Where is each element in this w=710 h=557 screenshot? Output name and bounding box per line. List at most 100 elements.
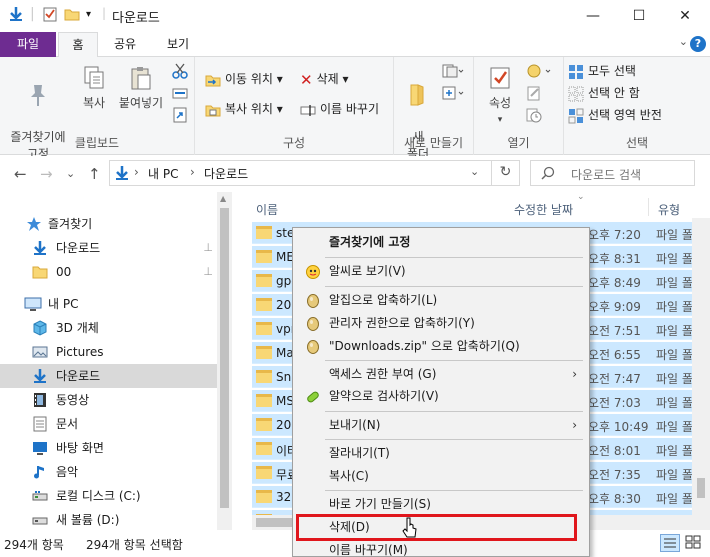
folder-icon (256, 226, 272, 239)
cut-icon[interactable] (172, 63, 188, 82)
nav-item-3d-objects[interactable]: 3D 개체 (0, 316, 217, 340)
copy-path-icon[interactable] (172, 85, 188, 104)
open-icon[interactable] (526, 63, 552, 82)
scroll-up-icon[interactable]: ▲ (220, 194, 226, 203)
nav-item-this-pc[interactable]: 내 PC (0, 292, 217, 316)
refresh-button[interactable]: ↻ (491, 160, 519, 186)
nav-item-desktop[interactable]: 바탕 화면 (0, 436, 217, 460)
easy-access-icon[interactable] (442, 85, 464, 104)
menu-item-give-access[interactable]: 액세스 권한 부여 (G) › (295, 363, 587, 386)
nav-item-quick-access[interactable]: 즐겨찾기 (0, 212, 217, 236)
rename-ribbon-button[interactable]: 이름 바꾸기 (300, 99, 379, 119)
organize-group-label: 구성 (282, 136, 306, 150)
selected-count: 294개 항목 선택함 (86, 538, 183, 552)
music-note-icon (34, 466, 44, 479)
copy-to-button[interactable]: 복사 위치 ▾ (205, 99, 283, 119)
back-button[interactable]: ← (14, 165, 27, 183)
breadcrumb-this-pc[interactable]: 내 PC (148, 165, 178, 182)
file-type: 파일 폴 (656, 228, 693, 242)
file-date: 오전 7:51 (588, 324, 641, 338)
nav-item-downloads[interactable]: 다운로드 (0, 364, 217, 388)
move-to-button[interactable]: 이동 위치 ▾ (205, 69, 283, 89)
folder-icon (256, 466, 272, 479)
navigation-pane: 즐겨찾기 다운로드 ⊥ 00 ⊥ 내 PC 3D 개체 Pictures 다운로… (0, 192, 232, 530)
navpane-scroll-thumb[interactable] (220, 208, 229, 508)
address-bar[interactable]: › 내 PC › 다운로드 ⌄ (109, 160, 520, 186)
invert-selection-button[interactable]: 선택 영역 반전 (568, 105, 662, 125)
folder-icon (256, 370, 272, 383)
nav-item-downloads-pinned[interactable]: 다운로드 ⊥ (0, 236, 217, 260)
nav-item-drive-d[interactable]: 새 볼륨 (D:) (0, 508, 217, 532)
menu-item-alyac-scan[interactable]: 알약으로 검사하기(V) (295, 385, 587, 408)
select-none-button[interactable]: 선택 안 함 (568, 83, 640, 103)
tab-file[interactable]: 파일 (0, 32, 56, 57)
help-icon[interactable]: ? (690, 36, 706, 52)
menu-item-compress-downloads-zip[interactable]: "Downloads.zip" 으로 압축하기(Q) (295, 335, 587, 358)
nav-item-pictures[interactable]: Pictures (0, 340, 217, 364)
search-box[interactable]: 다운로드 검색 (530, 160, 695, 186)
nav-item-drive-c[interactable]: 로컬 디스크 (C:) (0, 484, 217, 508)
menu-separator (325, 360, 583, 361)
nav-label: 다운로드 (56, 369, 101, 383)
ribbon-collapse-icon[interactable]: ⌄ (679, 35, 688, 48)
quick-access-new-folder-icon[interactable] (64, 6, 80, 26)
context-menu: 즐겨찾기에 고정 알씨로 보기(V) 알집으로 압축하기(L) 관리자 권한으로… (292, 227, 590, 557)
close-button[interactable]: ✕ (662, 0, 708, 32)
column-modified[interactable]: 수정한 날짜 (514, 201, 573, 218)
column-type[interactable]: 유형 (658, 201, 680, 218)
nav-label: 바탕 화면 (56, 441, 104, 455)
navpane-scrollbar[interactable]: ▲ (217, 192, 232, 530)
nav-label: 로컬 디스크 (C:) (56, 489, 141, 503)
paste-shortcut-icon[interactable] (172, 107, 188, 126)
search-input[interactable]: 다운로드 검색 (571, 166, 641, 183)
large-icons-view-icon[interactable] (684, 534, 704, 552)
filelist-scrollbar[interactable] (692, 218, 710, 530)
minimize-button[interactable]: — (570, 0, 616, 32)
address-dropdown-icon[interactable]: ⌄ (470, 165, 479, 178)
tab-home[interactable]: 홈 (58, 32, 98, 58)
nav-label: 다운로드 (56, 241, 101, 255)
menu-item-cut[interactable]: 잘라내기(T) (295, 442, 587, 465)
new-item-icon[interactable] (442, 63, 464, 82)
menu-item-alsee-view[interactable]: 알씨로 보기(V) (295, 260, 587, 283)
copy-button[interactable]: 복사 (74, 61, 114, 112)
menu-item-create-shortcut[interactable]: 바로 가기 만들기(S) (295, 493, 587, 516)
edit-icon[interactable] (526, 85, 542, 104)
nav-item-folder-00[interactable]: 00 ⊥ (0, 260, 217, 284)
properties-button[interactable]: 속성 ▾ (480, 61, 520, 129)
file-date: 오전 7:35 (588, 468, 641, 482)
tab-view[interactable]: 보기 (158, 32, 198, 57)
paste-button[interactable]: 붙여넣기 (116, 61, 166, 112)
file-type: 파일 폴 (656, 444, 693, 458)
nav-item-documents[interactable]: 문서 (0, 412, 217, 436)
details-view-icon[interactable] (660, 534, 680, 552)
nav-item-music[interactable]: 음악 (0, 460, 217, 484)
properties-label: 속성 (488, 96, 512, 110)
select-all-button[interactable]: 모두 선택 (568, 61, 636, 81)
quick-access-download-icon[interactable] (8, 6, 24, 26)
maximize-button[interactable]: ☐ (616, 0, 662, 32)
menu-item-pin-quick-access[interactable]: 즐겨찾기에 고정 (295, 231, 587, 254)
menu-item-alzip-admin-compress[interactable]: 관리자 권한으로 압축하기(Y) (295, 312, 587, 335)
delete-ribbon-button[interactable]: ✕ 삭제 ▾ (300, 69, 349, 89)
up-button[interactable]: ↑ (88, 165, 101, 183)
menu-item-alzip-compress[interactable]: 알집으로 압축하기(L) (295, 289, 587, 312)
tab-share[interactable]: 공유 (105, 32, 145, 57)
open-group-label: 열기 (507, 136, 530, 150)
file-type: 파일 폴 (656, 300, 693, 314)
filelist-scroll-thumb[interactable] (697, 478, 705, 498)
invert-selection-icon (568, 108, 584, 123)
breadcrumb-downloads[interactable]: 다운로드 (204, 165, 248, 182)
history-icon[interactable] (526, 107, 542, 126)
forward-button[interactable]: → (40, 165, 53, 183)
column-name[interactable]: 이름 (256, 201, 278, 218)
quick-access-properties-icon[interactable] (42, 6, 58, 26)
quick-access-customize-icon[interactable]: ▾ (86, 9, 91, 20)
nav-item-videos[interactable]: 동영상 (0, 388, 217, 412)
menu-item-copy[interactable]: 복사(C) (295, 465, 587, 488)
pictures-icon (32, 346, 48, 358)
recent-locations-button[interactable]: ⌄ (66, 167, 75, 180)
menu-item-rename[interactable]: 이름 바꾸기(M) (295, 539, 587, 556)
menu-label: 액세스 권한 부여 (G) (329, 367, 437, 381)
menu-item-send-to[interactable]: 보내기(N) › (295, 414, 587, 437)
